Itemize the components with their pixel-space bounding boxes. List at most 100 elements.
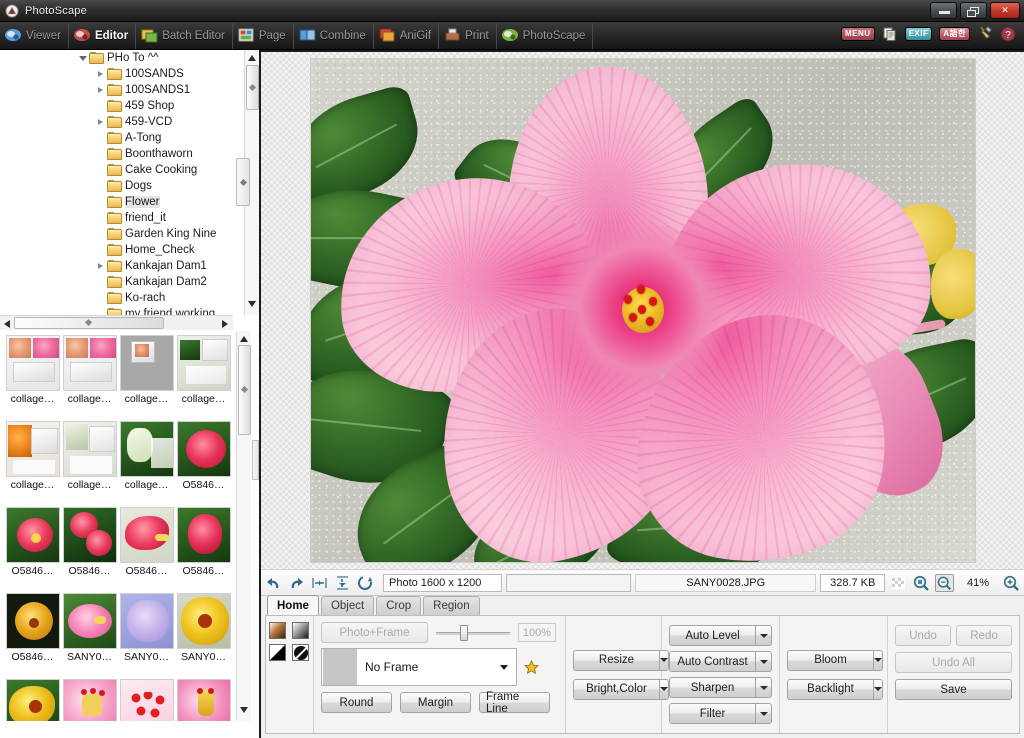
mode-tab-editor[interactable]: Editor [69,22,137,49]
thumbnail-item[interactable]: collage… [175,335,232,421]
thumbnail-item[interactable]: SANY0… [175,679,232,721]
thumbnail-item[interactable]: SANY0… [118,679,175,721]
tree-expander-icon[interactable] [96,258,107,274]
flip-vertical-icon[interactable] [333,574,352,592]
language-pill-icon[interactable]: A語한 [939,27,970,41]
undo-all-button[interactable]: Undo All [895,652,1012,673]
mode-tab-combine[interactable]: Combine [294,22,374,49]
folder-tree-item[interactable]: Home_Check [0,242,233,258]
frame-line-button[interactable]: Frame Line [479,691,550,715]
thumbnail-browser[interactable]: collage… collage… collage… collage… coll… [0,331,236,721]
thumbnail-item[interactable]: SANY0… [61,593,118,679]
tree-expander-icon[interactable] [96,114,107,130]
photo-frame-button[interactable]: Photo+Frame [321,622,428,643]
mode-tab-viewer[interactable]: Viewer [0,22,69,49]
mode-tab-batch-editor[interactable]: Batch Editor [136,22,233,49]
tab-object[interactable]: Object [320,596,375,615]
folder-tree-item[interactable]: friend_it [0,210,233,226]
folder-tree-item[interactable]: my friend working [0,306,233,315]
auto-contrast-button[interactable]: Auto Contrast [669,651,755,672]
folder-tree-horizontal-scrollbar[interactable] [0,315,233,330]
folder-tree-item[interactable]: Kankajan Dam1 [0,258,233,274]
thumbnail-item[interactable]: collage… [61,335,118,421]
thumbnail-item[interactable]: SANY0… [4,679,61,721]
folder-tree-item[interactable]: Kankajan Dam2 [0,274,233,290]
minimize-button[interactable] [930,2,957,19]
folder-tree-item[interactable]: Flower [0,194,233,210]
thumbnail-item[interactable]: O5846… [61,507,118,593]
bright-color-split-button[interactable]: Bright,Color [573,678,669,700]
save-button[interactable]: Save [895,679,1012,700]
thumbnail-item[interactable]: O5846… [175,507,232,593]
help-question-icon[interactable]: ? [1000,26,1016,42]
resize-split-button[interactable]: Resize [573,649,669,671]
folder-tree-item[interactable]: Boonthaworn [0,146,233,162]
bloom-split-button[interactable]: Bloom [787,649,883,671]
thumbnail-item[interactable]: collage… [118,421,175,507]
thumbnail-item[interactable]: SANY0… [61,679,118,721]
photo-preview-hibiscus[interactable] [309,58,976,563]
zoom-in-icon[interactable] [1002,574,1021,592]
favorite-star-icon[interactable] [524,659,539,675]
left-panel-collapse-handle[interactable] [236,158,250,206]
filter-dropdown-arrow[interactable] [755,703,772,724]
folder-tree-item[interactable]: Cake Cooking [0,162,233,178]
mode-tab-photoscape[interactable]: PhotoScape [497,22,594,49]
tab-home[interactable]: Home [267,595,319,615]
tab-region[interactable]: Region [423,596,480,615]
undo-button[interactable]: Undo [895,625,951,646]
frame-opacity-slider[interactable] [436,622,510,643]
backlight-split-button[interactable]: Backlight [787,678,883,700]
rotate-icon[interactable] [356,574,375,592]
close-button[interactable]: ✕ [990,2,1020,19]
folder-tree-scroll-thumb[interactable] [246,65,259,110]
undo-arrow-icon[interactable] [264,574,283,592]
folder-tree-item[interactable]: Dogs [0,178,233,194]
bloom-dropdown-arrow[interactable] [873,649,883,671]
folder-tree-item[interactable]: 100SANDS1 [0,82,233,98]
bright-color-button[interactable]: Bright,Color [573,678,659,700]
thumbnail-item[interactable]: O5846… [118,507,175,593]
exif-pill-icon[interactable]: EXIF [904,27,933,41]
black-white-swatch[interactable] [269,644,286,661]
folder-tree-item[interactable]: Ko-rach [0,290,233,306]
sharpen-dropdown-arrow[interactable] [755,677,772,698]
round-button[interactable]: Round [321,692,392,713]
auto-level-button[interactable]: Auto Level [669,625,755,646]
auto-contrast-dropdown-arrow[interactable] [755,651,772,672]
mode-tab-page[interactable]: Page [233,22,294,49]
sepia-gradient-swatch[interactable] [269,622,286,639]
restore-button[interactable] [960,2,987,19]
thumbnail-vertical-scrollbar[interactable] [236,331,251,721]
thumbnail-item[interactable]: collage… [118,335,175,421]
grey-gradient-swatch[interactable] [292,622,309,639]
scroll-down-arrow-icon[interactable] [247,299,257,311]
folder-tree-item[interactable]: 100SANDS [0,66,233,82]
wrench-tools-icon[interactable] [977,26,993,42]
auto-contrast-split-button[interactable]: Auto Contrast [669,651,772,672]
margin-button[interactable]: Margin [400,692,471,713]
redo-button[interactable]: Redo [956,625,1012,646]
flip-horizontal-icon[interactable] [310,574,329,592]
tree-expander-icon[interactable] [78,50,89,66]
checkerboard-icon[interactable] [889,574,908,592]
zoom-fit-icon[interactable] [912,574,931,592]
thumbnail-item[interactable]: collage… [61,421,118,507]
filter-button[interactable]: Filter [669,703,755,724]
folder-tree[interactable]: PHo To ^^ 100SANDS 100SANDS1 459 Shop 459-VC… [0,50,233,315]
scroll-up-arrow-icon[interactable] [247,53,257,65]
thumb-scroll-down-arrow-icon[interactable] [239,705,249,717]
frame-opacity-slider-knob[interactable] [459,625,468,641]
bloom-button[interactable]: Bloom [787,649,873,671]
folder-tree-item[interactable]: 459-VCD [0,114,233,130]
tree-expander-icon[interactable] [96,66,107,82]
thumbnail-scroll-thumb[interactable] [238,345,251,435]
thumbnail-item[interactable]: collage… [4,421,61,507]
zoom-100-icon[interactable] [935,573,955,592]
tree-expander-icon[interactable] [96,82,107,98]
thumbnail-item[interactable]: O5846… [4,593,61,679]
copy-icon[interactable] [882,26,898,42]
resize-button[interactable]: Resize [573,649,659,671]
folder-tree-item[interactable]: PHo To ^^ [0,50,233,66]
thumbnail-item[interactable]: collage… [4,335,61,421]
